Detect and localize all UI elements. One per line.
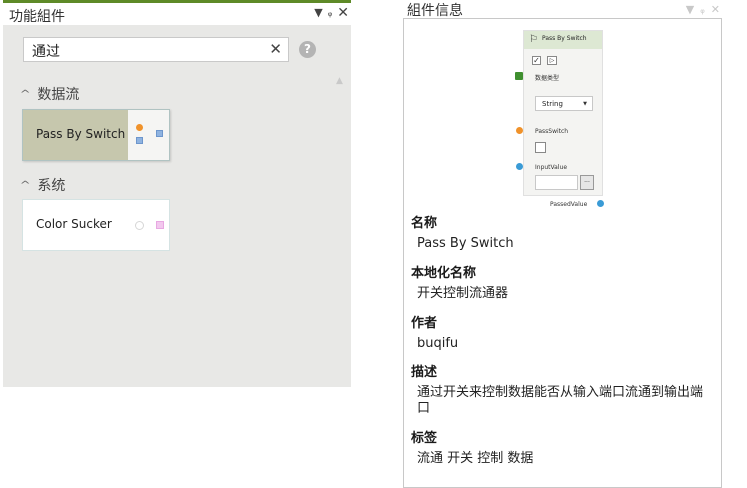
component-ports xyxy=(128,110,169,160)
section-heading-name: 名称 xyxy=(411,216,438,231)
port-orange-icon xyxy=(136,124,143,131)
input-value-port-icon xyxy=(516,163,523,170)
data-type-dropdown: String ▼ xyxy=(535,96,593,111)
section-heading-localized-name: 本地化名称 xyxy=(411,266,477,281)
chevron-up-icon[interactable]: ^ xyxy=(20,180,31,191)
group-header-system[interactable]: ^ 系统 xyxy=(20,175,66,195)
component-card-color-sucker[interactable]: Color Sucker xyxy=(22,199,170,251)
components-panel-header: 功能組件 ▼ ᵩ ✕ xyxy=(3,3,351,25)
close-icon[interactable]: ✕ xyxy=(337,6,349,20)
group-header-dataflow[interactable]: ^ 数据流 xyxy=(20,84,80,104)
input-value-button: ... xyxy=(580,175,594,190)
clear-search-icon[interactable]: ✕ xyxy=(269,40,282,58)
section-value-description: 通过开关来控制数据能否从输入端口流通到输出端口 xyxy=(417,385,704,416)
pin-icon[interactable]: ᵩ xyxy=(328,7,333,19)
component-info-panel: ⚐ Pass By Switch ✓ ▷ 数据类型 String ▼ PassS… xyxy=(403,18,722,488)
output-port-icon xyxy=(597,200,604,207)
play-icon: ▷ xyxy=(547,56,557,65)
port-color-icon xyxy=(156,221,164,229)
help-icon[interactable]: ? xyxy=(299,41,316,58)
section-value-localized-name: 开关控制流通器 xyxy=(417,286,509,301)
output-label: PassedValue xyxy=(550,201,588,208)
search-input[interactable]: 通过 ✕ xyxy=(23,37,289,62)
group-name: 系统 xyxy=(37,178,66,194)
pass-switch-label: PassSwitch xyxy=(535,128,569,135)
port-value-icon xyxy=(156,130,163,137)
chevron-down-icon[interactable]: ▼ xyxy=(686,3,694,16)
components-panel-title: 功能組件 xyxy=(9,9,65,25)
group-name: 数据流 xyxy=(37,87,80,103)
data-type-port-icon xyxy=(515,72,523,80)
input-value-field xyxy=(535,175,578,190)
node-title: Pass By Switch xyxy=(542,35,587,42)
section-value-author: buqifu xyxy=(417,336,459,351)
scroll-up-arrow-icon[interactable]: ▲ xyxy=(336,76,343,86)
pass-switch-port-icon xyxy=(516,127,523,134)
section-heading-description: 描述 xyxy=(411,365,438,380)
checkbox-checked-icon: ✓ xyxy=(532,56,541,65)
port-ring-icon xyxy=(135,221,144,230)
close-icon[interactable]: ✕ xyxy=(711,3,720,16)
pass-switch-checkbox xyxy=(535,142,546,153)
port-value-icon xyxy=(136,137,143,144)
component-card-label: Pass By Switch xyxy=(36,127,126,141)
node-preview: ⚐ Pass By Switch ✓ ▷ 数据类型 String ▼ PassS… xyxy=(515,30,604,208)
component-card-label: Color Sucker xyxy=(36,217,112,231)
data-type-label: 数据类型 xyxy=(535,75,560,82)
pin-icon[interactable]: ᵩ xyxy=(700,3,705,16)
node-header: ⚐ Pass By Switch xyxy=(524,31,602,49)
component-info-title: 組件信息 xyxy=(407,3,463,19)
input-value-label: InputValue xyxy=(535,164,568,171)
section-value-name: Pass By Switch xyxy=(417,236,514,251)
section-value-tags: 流通 开关 控制 数据 xyxy=(417,451,534,466)
chevron-up-icon[interactable]: ^ xyxy=(20,89,31,100)
components-panel: 功能組件 ▼ ᵩ ✕ 通过 ✕ ? ▲ ^ 数据流 Pass By Switch… xyxy=(3,0,351,387)
search-input-value[interactable]: 通过 xyxy=(32,41,60,61)
section-heading-author: 作者 xyxy=(411,316,438,331)
component-ports xyxy=(128,200,169,250)
dropdown-arrow-icon: ▼ xyxy=(583,101,587,107)
chevron-down-icon[interactable]: ▼ xyxy=(314,7,322,19)
data-type-value: String xyxy=(542,100,563,108)
component-card-pass-by-switch[interactable]: Pass By Switch xyxy=(22,109,170,161)
section-heading-tags: 标签 xyxy=(411,431,438,446)
flag-icon: ⚐ xyxy=(529,34,538,45)
